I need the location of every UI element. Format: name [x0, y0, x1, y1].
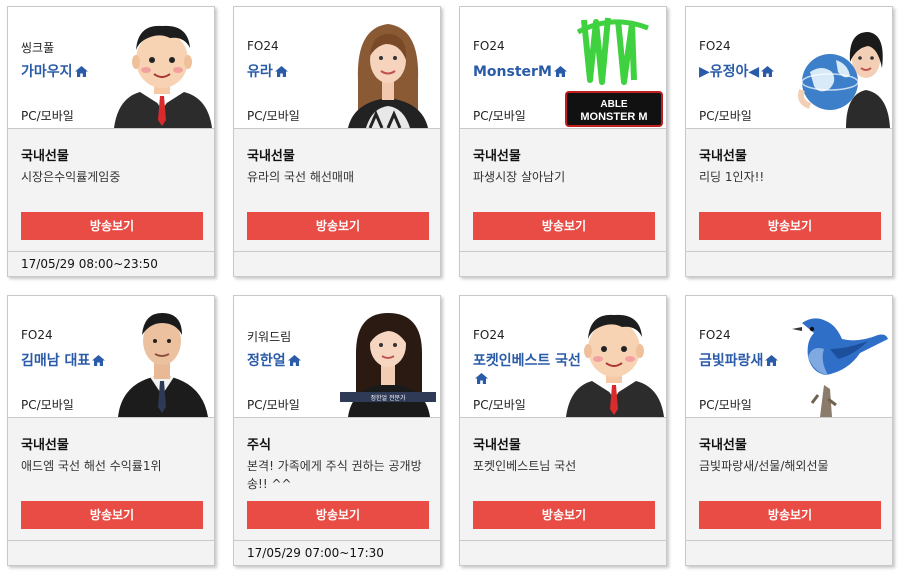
- broadcast-card: FO24 김매남 대표 PC/모바일 국내선물 애드엠 국선 해선 수익률1위 …: [7, 295, 215, 566]
- card-header: FO24 금빛파랑새 PC/모바일: [686, 296, 892, 418]
- broadcast-time: [686, 251, 892, 276]
- photo-caption: 정한얼 전문가: [370, 394, 406, 402]
- broadcast-description: 본격! 가족에게 주식 권하는 공개방송!! ^^: [247, 459, 422, 491]
- category-label: 국내선물: [699, 438, 747, 453]
- logo-text-able: ABLE: [600, 99, 628, 110]
- watch-broadcast-button[interactable]: 방송보기: [699, 212, 881, 240]
- broadcast-description: 파생시장 살아남기: [473, 170, 566, 184]
- platform-label: PC/모바일: [473, 109, 526, 123]
- broadcast-time: 17/05/29 08:00~23:50: [8, 251, 214, 276]
- platform-label: PC/모바일: [247, 398, 300, 412]
- logo-text-monster: MONSTER M: [580, 111, 647, 123]
- company-label: 키워드림: [247, 330, 292, 344]
- man-photo-image: [118, 313, 208, 417]
- broadcast-time: 17/05/29 07:00~17:30: [234, 540, 440, 565]
- platform-label: PC/모바일: [21, 109, 74, 123]
- card-header: 키워드림 정한얼 PC/모바일 정한얼 전문가: [234, 296, 440, 418]
- company-label: FO24: [699, 39, 731, 53]
- platform-label: PC/모바일: [21, 398, 74, 412]
- broadcast-card: 씽크풀 가마우지 PC/모바일 국내선물 시장은수익률게임중 방송보기 17/0…: [7, 6, 215, 277]
- category-label: 국내선물: [473, 438, 521, 453]
- broadcast-description: 유라의 국선 해선매매: [247, 170, 354, 184]
- category-label: 국내선물: [247, 149, 295, 164]
- broadcast-description: 금빛파랑새/선물/해외선물: [699, 459, 829, 473]
- platform-label: PC/모바일: [247, 109, 300, 123]
- home-icon[interactable]: [92, 355, 106, 366]
- watch-broadcast-button[interactable]: 방송보기: [473, 212, 655, 240]
- watch-broadcast-button[interactable]: 방송보기: [247, 212, 429, 240]
- broadcaster-name-text[interactable]: 금빛파랑새: [699, 353, 763, 369]
- bluebird-image: [792, 318, 888, 417]
- watch-broadcast-button[interactable]: 방송보기: [247, 501, 429, 529]
- home-icon[interactable]: [761, 66, 775, 77]
- company-label: FO24: [699, 328, 731, 342]
- broadcast-time: [460, 251, 666, 276]
- home-icon[interactable]: [274, 66, 288, 77]
- platform-label: PC/모바일: [699, 398, 752, 412]
- card-header: FO24 김매남 대표 PC/모바일: [8, 296, 214, 418]
- home-icon[interactable]: [74, 66, 88, 77]
- broadcast-description: 포켓인베스트님 국선: [473, 459, 577, 473]
- category-label: 주식: [247, 438, 271, 453]
- watch-broadcast-button[interactable]: 방송보기: [21, 212, 203, 240]
- woman-photo-2-image: 정한얼 전문가: [340, 313, 436, 417]
- category-label: 국내선물: [473, 149, 521, 164]
- company-label: 씽크풀: [21, 41, 55, 55]
- broadcaster-name-text[interactable]: 김매남 대표: [21, 353, 90, 369]
- broadcaster-name-text[interactable]: 가마우지: [21, 64, 73, 80]
- card-header: FO24 ▶유정아◀ PC/모바일: [686, 7, 892, 129]
- broadcast-card: 키워드림 정한얼 PC/모바일 정한얼 전문가 주식 본격! 가족에게 주식 권…: [233, 295, 441, 566]
- platform-label: PC/모바일: [699, 109, 752, 123]
- broadcaster-name-text[interactable]: 유라: [247, 64, 273, 80]
- broadcast-card: FO24 금빛파랑새 PC/모바일 국내선물 금빛파랑새/선물/해외선물 방송보…: [685, 295, 893, 566]
- broadcast-card: FO24 ▶유정아◀ PC/모바일 국내선물 리딩 1인자!! 방송보기: [685, 6, 893, 277]
- category-label: 국내선물: [699, 149, 747, 164]
- broadcast-grid: 씽크풀 가마우지 PC/모바일 국내선물 시장은수익률게임중 방송보기 17/0…: [0, 0, 900, 579]
- woman-photo-image: [348, 24, 428, 128]
- broadcast-time: [8, 540, 214, 565]
- cartoon-man-image: [566, 314, 664, 417]
- broadcast-card: FO24 MonsterM PC/모바일 ABLE MONSTER M 국내선물…: [459, 6, 667, 277]
- platform-label: PC/모바일: [473, 398, 526, 412]
- category-label: 국내선물: [21, 149, 69, 164]
- card-header: FO24 유라 PC/모바일: [234, 7, 440, 129]
- broadcast-time: [234, 251, 440, 276]
- company-label: FO24: [473, 39, 505, 53]
- watch-broadcast-button[interactable]: 방송보기: [699, 501, 881, 529]
- broadcaster-name-text[interactable]: MonsterM: [473, 64, 552, 80]
- broadcast-card: FO24 포켓인베스트 국선 PC/모바일 국내선물 포켓인베스트님 국선 방송: [459, 295, 667, 566]
- woman-globe-image: [798, 32, 890, 128]
- card-header: 씽크풀 가마우지 PC/모바일: [8, 7, 214, 129]
- broadcast-description: 리딩 1인자!!: [699, 170, 765, 184]
- home-icon[interactable]: [765, 355, 779, 366]
- broadcast-time: [460, 540, 666, 565]
- broadcast-description: 애드엠 국선 해선 수익률1위: [21, 459, 162, 473]
- broadcast-time: [686, 540, 892, 565]
- broadcaster-name-text[interactable]: 정한얼: [247, 353, 286, 369]
- home-icon[interactable]: [287, 355, 301, 366]
- company-label: FO24: [247, 39, 279, 53]
- company-label: FO24: [473, 328, 505, 342]
- cartoon-man-image: [114, 25, 212, 128]
- watch-broadcast-button[interactable]: 방송보기: [21, 501, 203, 529]
- home-icon[interactable]: [475, 373, 488, 384]
- broadcaster-name-text[interactable]: ▶유정아◀: [699, 64, 759, 80]
- broadcast-card: FO24 유라 PC/모바일 국내선물 유라의 국선 해선매매 방송보기: [233, 6, 441, 277]
- card-header: FO24 포켓인베스트 국선 PC/모바일: [460, 296, 666, 418]
- monster-logo-image: ABLE MONSTER M: [565, 17, 663, 127]
- company-label: FO24: [21, 328, 53, 342]
- watch-broadcast-button[interactable]: 방송보기: [473, 501, 655, 529]
- card-header: FO24 MonsterM PC/모바일 ABLE MONSTER M: [460, 7, 666, 129]
- category-label: 국내선물: [21, 438, 69, 453]
- broadcast-description: 시장은수익률게임중: [21, 170, 121, 184]
